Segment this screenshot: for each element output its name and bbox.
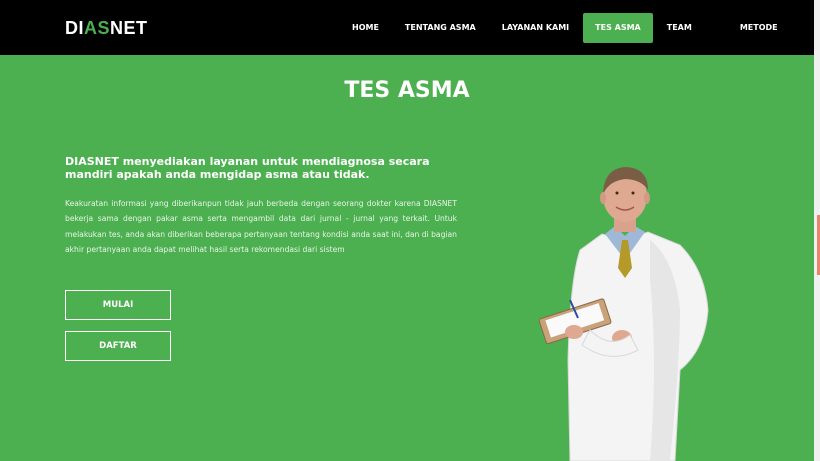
logo-text-suffix: NET [110, 18, 148, 38]
start-test-button[interactable]: MULAI [65, 290, 171, 320]
nav-item-home[interactable]: HOME [340, 13, 391, 43]
logo-text-accent: AS [84, 18, 111, 38]
nav-item-tes-asma[interactable]: TES ASMA [583, 13, 653, 43]
page-title: TES ASMA [344, 78, 470, 103]
nav-item-team[interactable]: TEAM [655, 13, 726, 43]
nav-item-metode[interactable]: METODE [728, 13, 790, 43]
nav-item-tentang-asma[interactable]: TENTANG ASMA [393, 13, 488, 43]
brand-logo[interactable]: DIASNET [65, 18, 148, 39]
lead-text: DIASNET menyediakan layanan untuk mendia… [65, 155, 430, 181]
register-button[interactable]: DAFTAR [65, 331, 171, 361]
description-text: Keakuratan informasi yang diberikanpun t… [65, 199, 457, 255]
logo-text-prefix: DI [65, 18, 84, 38]
nav-menu: HOME TENTANG ASMA LAYANAN KAMI TES ASMA … [340, 13, 792, 43]
navbar: DIASNET HOME TENTANG ASMA LAYANAN KAMI T… [0, 0, 814, 55]
doctor-illustration [538, 167, 709, 461]
nav-item-layanan-kami[interactable]: LAYANAN KAMI [490, 13, 581, 43]
